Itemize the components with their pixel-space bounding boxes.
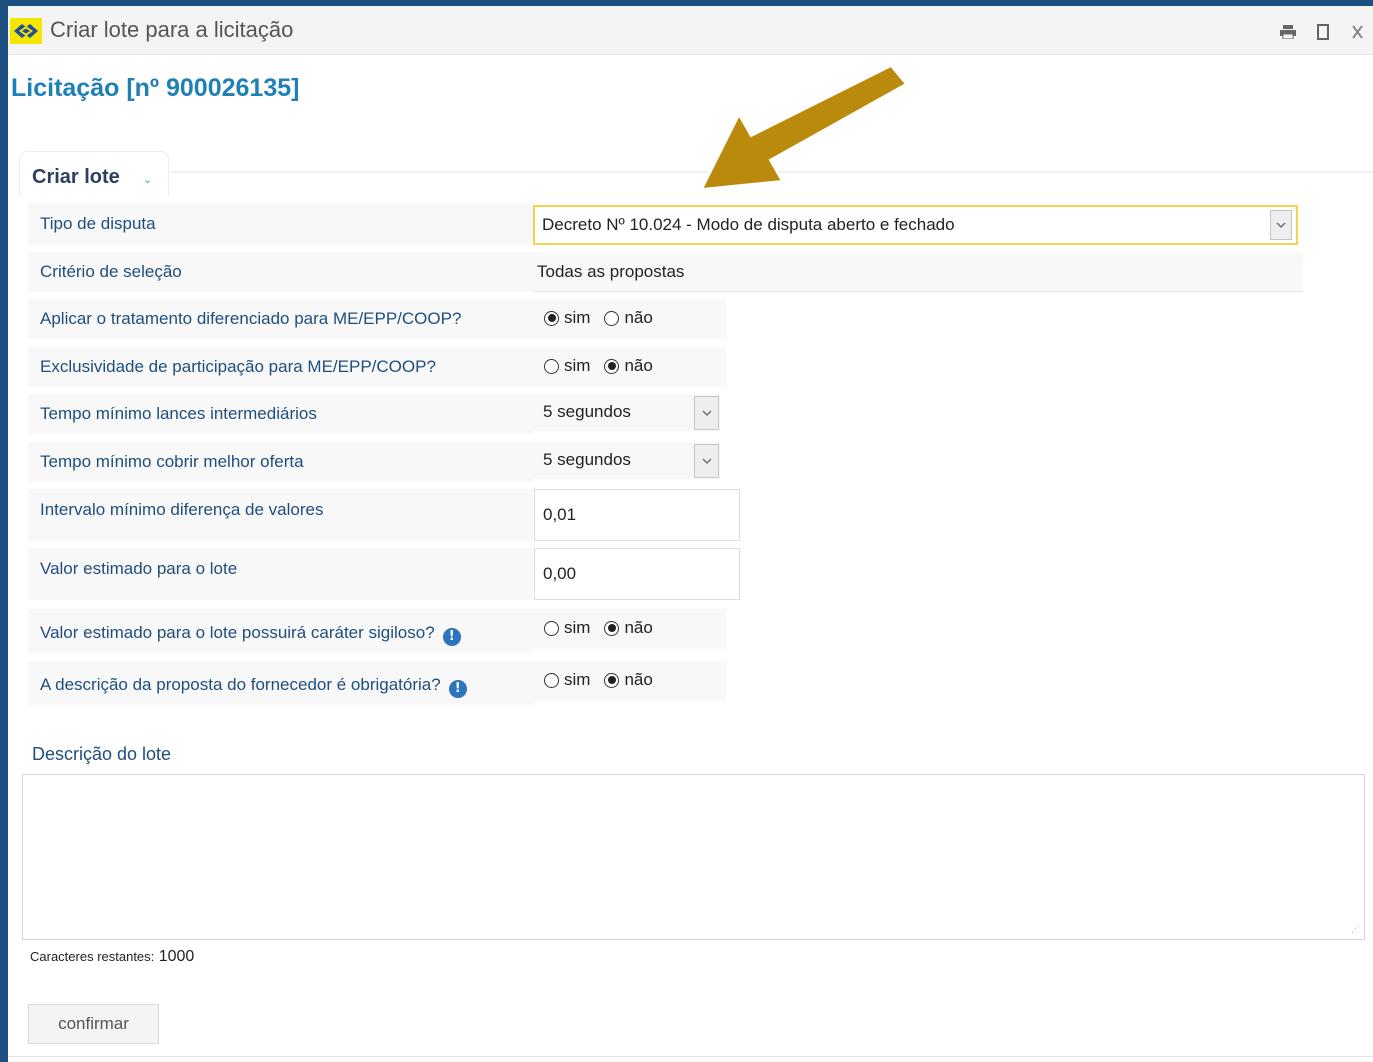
valor-estimado-value: 0,00 <box>543 564 577 583</box>
descricao-obrigatoria-label: A descrição da proposta do fornecedor é … <box>40 675 441 694</box>
tempo-lances-select[interactable]: 5 segundos <box>533 394 720 431</box>
descricao-obrigatoria-radios: sim não <box>544 670 667 690</box>
descricao-obrigatoria-cell: sim não <box>533 661 726 701</box>
chevron-down-icon: ⌄ <box>143 173 153 186</box>
tempo-lances-value: 5 segundos <box>543 402 631 421</box>
radio-nao[interactable] <box>604 310 620 326</box>
exclusividade-label: Exclusividade de participação para ME/EP… <box>28 347 533 387</box>
char-counter-label: Caracteres restantes: <box>30 949 155 964</box>
bottom-divider <box>8 1056 1373 1057</box>
valor-estimado-input[interactable]: 0,00 <box>534 548 740 600</box>
tempo-cobrir-select[interactable]: 5 segundos <box>533 442 720 479</box>
exclusividade-radios: sim não <box>544 356 667 376</box>
radio-sim[interactable] <box>544 620 559 636</box>
exclusividade-cell: sim não <box>533 347 726 387</box>
intervalo-diferenca-value: 0,01 <box>543 505 577 524</box>
radio-sim-label: sim <box>564 356 591 375</box>
tipo-disputa-value: Decreto Nº 10.024 - Modo de disputa aber… <box>542 215 955 234</box>
intervalo-diferenca-input[interactable]: 0,01 <box>534 489 740 541</box>
print-icon[interactable] <box>1277 21 1299 43</box>
chevron-down-icon[interactable] <box>694 444 719 478</box>
radio-nao-label: não <box>624 670 653 689</box>
char-counter-value: 1000 <box>158 948 195 965</box>
pointer-arrow <box>700 66 908 191</box>
sigiloso-row-label: Valor estimado para o lote possuirá cará… <box>28 609 533 653</box>
descricao-lote-textarea[interactable]: ⋰ <box>22 774 1365 940</box>
window-title: Criar lote para a licitação <box>50 17 294 42</box>
descricao-lote-label: Descrição do lote <box>32 744 172 764</box>
tempo-cobrir-label: Tempo mínimo cobrir melhor oferta <box>28 442 533 482</box>
bb-logo-icon <box>10 18 42 44</box>
page-title: Licitação [nº 900026135] <box>11 74 300 102</box>
radio-sim-label: sim <box>564 670 591 689</box>
tab-label: Criar lote <box>32 166 120 188</box>
tratamento-diferenciado-cell: sim não <box>533 299 726 339</box>
intervalo-diferenca-label: Intervalo mínimo diferença de valores <box>28 489 533 541</box>
criterio-selecao-label: Critério de seleção <box>28 252 533 292</box>
radio-sim-label: sim <box>564 308 591 327</box>
radio-nao-label: não <box>624 618 653 637</box>
radio-nao-label: não <box>624 308 653 327</box>
sigiloso-label: Valor estimado para o lote possuirá cará… <box>40 623 435 642</box>
radio-sim[interactable] <box>544 310 559 326</box>
radio-nao[interactable] <box>604 672 620 688</box>
dialog-window: Criar lote para a licitação Licitação [n… <box>8 6 1373 1062</box>
tab-criar-lote[interactable]: Criar lote ⌄ <box>19 151 169 196</box>
confirm-button[interactable]: confirmar <box>28 1004 159 1044</box>
tratamento-diferenciado-label: Aplicar o tratamento diferenciado para M… <box>28 299 533 339</box>
sigiloso-radios: sim não <box>544 618 667 638</box>
info-icon[interactable]: ! <box>448 680 467 698</box>
tipo-disputa-select[interactable]: Decreto Nº 10.024 - Modo de disputa aber… <box>533 205 1298 245</box>
radio-nao[interactable] <box>604 620 620 636</box>
char-counter: Caracteres restantes: 1000 <box>30 948 194 966</box>
chevron-down-icon[interactable] <box>694 396 719 430</box>
title-bar: Criar lote para a licitação <box>8 6 1373 55</box>
maximize-icon[interactable] <box>1312 21 1334 43</box>
radio-sim[interactable] <box>544 358 559 374</box>
tratamento-diferenciado-radios: sim não <box>544 308 667 328</box>
chevron-down-icon[interactable] <box>1270 210 1292 240</box>
descricao-obrigatoria-row-label: A descrição da proposta do fornecedor é … <box>28 661 533 705</box>
resize-grip-icon[interactable]: ⋰ <box>1351 925 1360 935</box>
tempo-lances-label: Tempo mínimo lances intermediários <box>28 394 533 434</box>
valor-estimado-label: Valor estimado para o lote <box>28 548 533 600</box>
close-icon[interactable] <box>1350 21 1373 43</box>
tipo-disputa-label: Tipo de disputa <box>28 203 533 245</box>
info-icon[interactable]: ! <box>442 628 461 646</box>
radio-sim-label: sim <box>564 618 591 637</box>
radio-nao-label: não <box>624 356 653 375</box>
criterio-selecao-cell: Todas as propostas <box>533 252 1303 292</box>
sigiloso-cell: sim não <box>533 609 726 649</box>
tempo-cobrir-value: 5 segundos <box>543 450 631 469</box>
criterio-selecao-value: Todas as propostas <box>537 262 685 281</box>
radio-nao[interactable] <box>604 358 620 374</box>
radio-sim[interactable] <box>544 672 559 688</box>
